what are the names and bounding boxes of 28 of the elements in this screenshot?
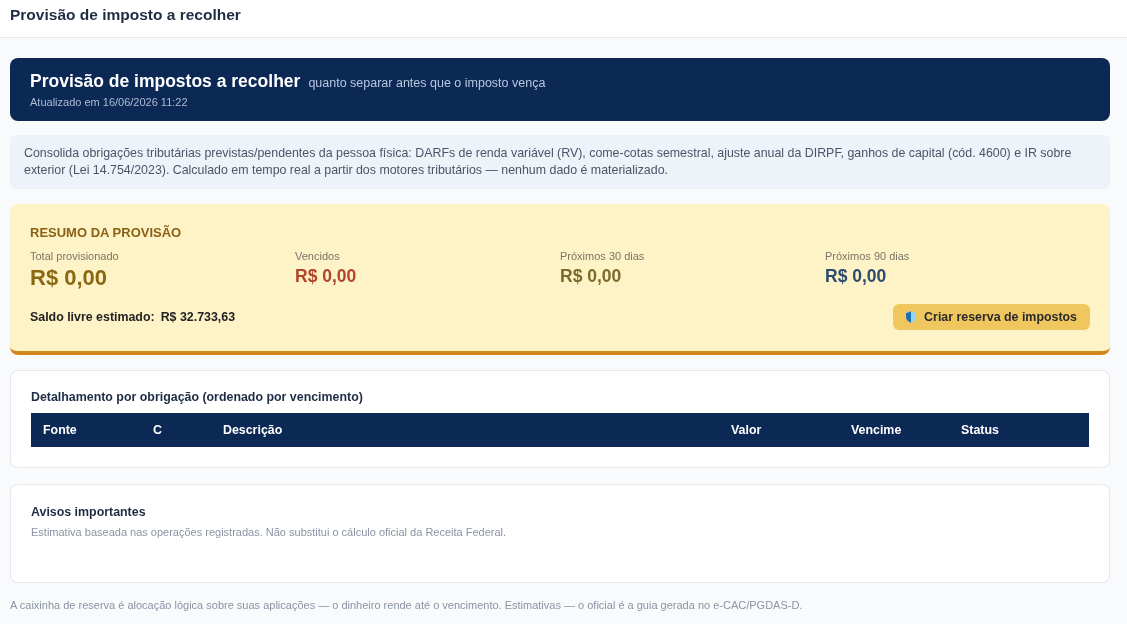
create-reserve-button[interactable]: Criar reserva de impostos xyxy=(893,304,1090,330)
metric-label: Total provisionado xyxy=(30,249,119,263)
notice-text: Estimativa baseada nas operações registradas. Não substitui o cálculo oficial da Receita Federal. xyxy=(31,525,508,540)
hero-subtitle: quanto separar antes que o imposto vença xyxy=(308,76,546,90)
balance-label: Saldo livre estimado: xyxy=(30,310,155,324)
column-header: Fonte xyxy=(31,413,141,447)
page-title: Provisão de imposto a recolher xyxy=(10,5,241,24)
footer-note: A caixinha de reserva é alocação lógica sobre suas aplicações — o dinheiro rende até o vencimento. Estimativas — o oficial é a guia gerada no e-CAC/PGDAS-D. xyxy=(10,598,804,613)
metric-value: R$ 0,00 xyxy=(825,265,888,287)
section-title: Avisos importantes xyxy=(31,504,147,520)
section-title: Detalhamento por obrigação (ordenado por vencimento) xyxy=(31,389,364,405)
column-header: Status xyxy=(949,413,1089,447)
metric-label: Vencidos xyxy=(295,249,341,263)
column-header: Vencime xyxy=(839,413,949,447)
metric-value: R$ 0,00 xyxy=(560,265,623,287)
info-note: Consolida obrigações tributárias previstas/pendentes da pessoa física: DARFs de renda variável (RV), come-cotas semestral, ajuste anual da DIRPF, ganhos de capital (cód. 4600) e IR sobre exterior (Lei 14.754/2023). Calculado em tempo real a partir dos motores tributários — nenhum dado é materializado. xyxy=(10,135,1110,189)
metric-value: R$ 0,00 xyxy=(295,265,357,287)
metric-label: Próximos 30 dias xyxy=(560,249,645,263)
column-header: Descrição xyxy=(211,413,719,447)
column-header: C xyxy=(141,413,211,447)
column-header: Valor xyxy=(719,413,839,447)
balance-value: R$ 32.733,63 xyxy=(160,310,236,324)
shield-icon xyxy=(906,311,917,323)
hero-title: Provisão de impostos a recolher xyxy=(30,70,301,93)
summary-title: RESUMO DA PROVISÃO xyxy=(30,225,183,241)
updated-timestamp: Atualizado em 16/06/2026 11:22 xyxy=(30,95,188,110)
metric-label: Próximos 90 dias xyxy=(825,249,910,263)
metric-value: R$ 0,00 xyxy=(30,264,109,291)
